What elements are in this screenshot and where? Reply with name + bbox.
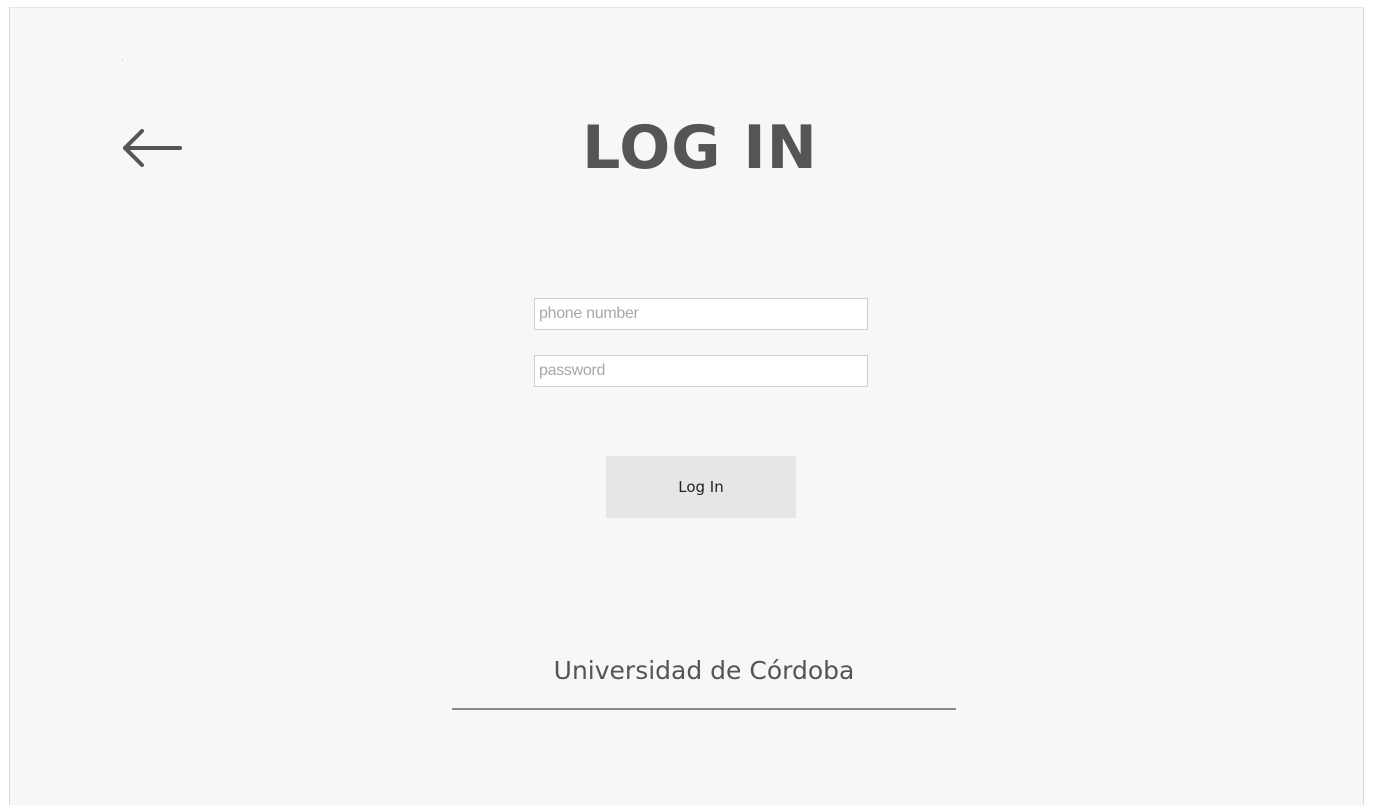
decorative-dot [122, 60, 123, 61]
page-title: LOG IN [582, 113, 818, 183]
login-button[interactable]: Log In [606, 456, 796, 518]
back-button[interactable] [122, 126, 182, 170]
arrow-left-icon [123, 129, 182, 167]
phone-number-input[interactable] [534, 298, 868, 330]
password-input[interactable] [534, 355, 868, 387]
footer-divider [452, 708, 956, 710]
login-screen: LOG IN Log In Universidad de Córdoba [9, 7, 1364, 805]
institution-name: Universidad de Córdoba [553, 656, 855, 685]
